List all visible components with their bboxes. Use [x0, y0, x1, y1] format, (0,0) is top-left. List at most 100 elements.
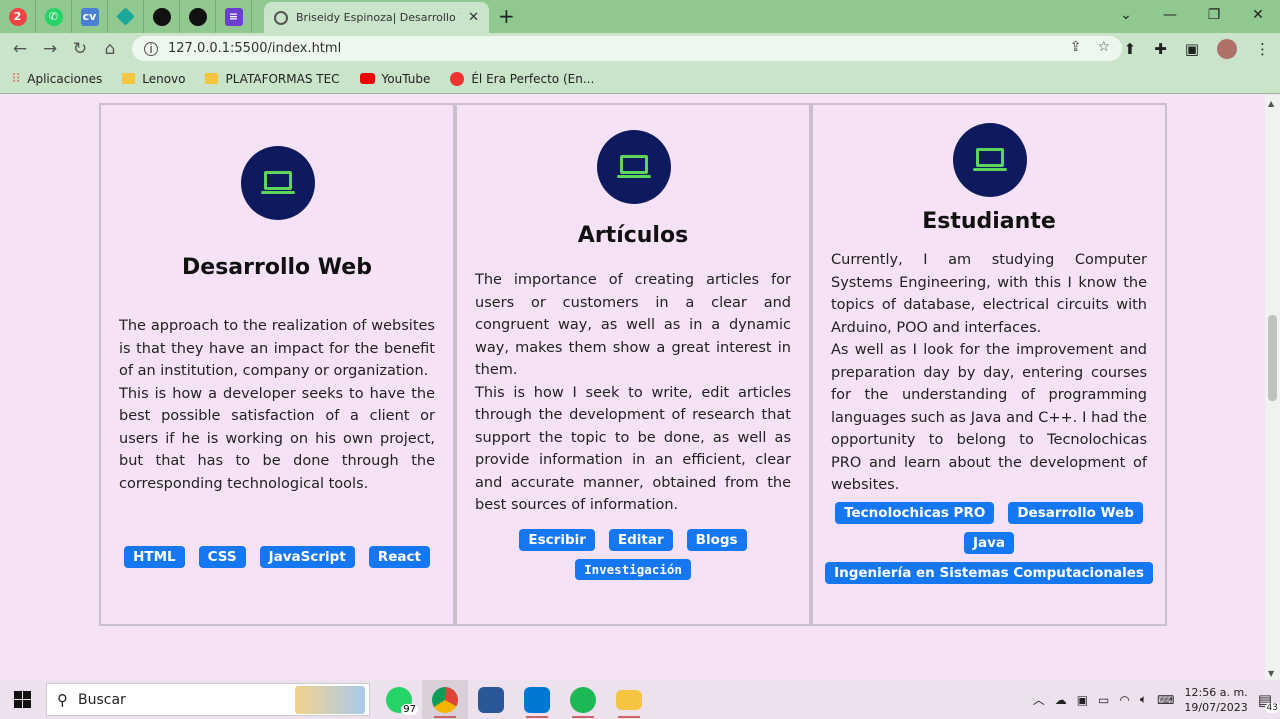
tag-list: Tecnolochicas PRO Desarrollo Web Java In…	[813, 502, 1165, 584]
active-tab[interactable]: Briseidy Espinoza| Desarrollo Web ✕	[264, 2, 489, 33]
keyboard-icon[interactable]: ⌨	[1157, 693, 1174, 707]
page-content: Desarrollo Web The approach to the reali…	[0, 95, 1280, 680]
pinned-tab-google[interactable]: 2	[0, 0, 36, 33]
address-bar[interactable]: i 127.0.0.1:5500/index.html ⇪ ☆	[132, 36, 1122, 61]
cv-icon: cv	[80, 7, 99, 26]
taskbar-chrome[interactable]	[422, 680, 468, 719]
info-icon[interactable]: i	[144, 41, 158, 56]
card-articulos: Artículos The importance of creating art…	[455, 103, 811, 626]
toolbar: ← → ↻ ⌂ i 127.0.0.1:5500/index.html ⇪ ☆ …	[0, 33, 1280, 64]
tag-escribir[interactable]: Escribir	[519, 529, 595, 551]
tag-tecnolochicas[interactable]: Tecnolochicas PRO	[835, 502, 995, 524]
tag-desarrollo-web[interactable]: Desarrollo Web	[1008, 502, 1143, 524]
folder-icon	[205, 73, 219, 84]
pinned-tab-whatsapp[interactable]: ✆	[36, 0, 72, 33]
taskbar-whatsapp[interactable]: 97	[376, 680, 422, 719]
url-text: 127.0.0.1:5500/index.html	[168, 41, 342, 56]
puzzle-icon[interactable]: ✚	[1154, 40, 1167, 58]
sidepanel-icon[interactable]: ▣	[1185, 40, 1199, 58]
reload-icon[interactable]: ↻	[65, 39, 95, 59]
youtube-icon	[359, 73, 375, 84]
tab-strip: 2 ✆ cv ≡ Briseidy Espinoza| Desarrollo W…	[0, 0, 1280, 33]
tab-title: Briseidy Espinoza| Desarrollo Web	[296, 11, 460, 24]
meet-icon[interactable]: ▣	[1077, 693, 1088, 707]
pinned-tab-github-1[interactable]	[144, 0, 180, 33]
tag-react[interactable]: React	[368, 546, 430, 568]
apps-grid-icon: ⁝⁝	[12, 71, 21, 86]
clock[interactable]: 12:56 a. m. 19/07/2023	[1184, 685, 1247, 715]
notification-count: 43	[1264, 702, 1280, 713]
search-highlight-image	[295, 686, 365, 714]
close-window-button[interactable]: ✕	[1236, 0, 1280, 30]
tag-ingenieria[interactable]: Ingeniería en Sistemas Computacionales	[825, 562, 1153, 584]
chrome-icon	[432, 686, 458, 713]
forward-icon[interactable]: →	[35, 39, 65, 59]
scroll-up-icon[interactable]: ▲	[1268, 99, 1274, 108]
menu-icon[interactable]: ⋮	[1255, 40, 1270, 58]
search-icon: ⚲	[57, 690, 68, 709]
share-icon[interactable]: ⇪	[1070, 39, 1082, 55]
taskbar-search[interactable]: ⚲ Buscar	[46, 683, 370, 716]
bookmark-star-icon[interactable]: ☆	[1097, 39, 1110, 55]
windows-icon	[13, 691, 31, 708]
tag-javascript[interactable]: JavaScript	[259, 546, 355, 568]
minimize-button[interactable]: —	[1148, 0, 1192, 30]
close-tab-icon[interactable]: ✕	[468, 10, 479, 25]
tag-investigacion[interactable]: Investigación	[575, 559, 691, 580]
laptop-icon	[953, 123, 1027, 197]
search-placeholder: Buscar	[78, 691, 126, 708]
music-icon	[450, 71, 465, 86]
tab-search-icon[interactable]: ⌄	[1104, 0, 1148, 30]
wifi-icon[interactable]: ◠	[1119, 693, 1129, 707]
tag-blogs[interactable]: Blogs	[686, 529, 747, 551]
pinned-tab-forms[interactable]: ≡	[216, 0, 252, 33]
card-title: Artículos	[577, 223, 689, 248]
page-scrollbar[interactable]: ▲ ▼	[1265, 95, 1280, 680]
bookmark-label: PLATAFORMAS TEC	[225, 71, 340, 86]
taskbar-word[interactable]	[468, 680, 514, 719]
taskbar-file-explorer[interactable]	[606, 680, 652, 719]
volume-icon[interactable]: 🔈︎	[1140, 692, 1147, 707]
battery-icon[interactable]: ▭	[1098, 693, 1109, 707]
bookmark-plataformas[interactable]: PLATAFORMAS TEC	[205, 71, 340, 86]
tag-editar[interactable]: Editar	[608, 529, 673, 551]
card-estudiante: Estudiante Currently, I am studying Comp…	[811, 103, 1167, 626]
taskbar-spotify[interactable]	[560, 680, 606, 719]
home-icon[interactable]: ⌂	[95, 39, 125, 59]
pinned-tab-cv[interactable]: cv	[72, 0, 108, 33]
whatsapp-icon: ✆	[44, 7, 63, 26]
back-icon[interactable]: ←	[5, 39, 35, 59]
new-tab-button[interactable]: +	[498, 4, 515, 28]
folder-icon	[122, 73, 136, 84]
bookmarks-bar: ⁝⁝ Aplicaciones Lenovo PLATAFORMAS TEC Yo…	[0, 64, 1280, 94]
taskbar-vscode[interactable]	[514, 680, 560, 719]
pinned-tab-github-2[interactable]	[180, 0, 216, 33]
github-icon	[188, 7, 207, 26]
scroll-thumb[interactable]	[1268, 315, 1277, 401]
windows-start-button[interactable]	[0, 691, 44, 708]
system-tray: ︿ ☁ ▣ ▭ ◠ 🔈︎ ⌨ 12:56 a. m. 19/07/2023 ▤ 4…	[1033, 680, 1280, 719]
word-icon	[478, 686, 504, 713]
card-text: The approach to the realization of websi…	[119, 318, 435, 492]
avatar[interactable]	[1217, 39, 1237, 59]
whatsapp-badge: 97	[401, 704, 418, 715]
scroll-down-icon[interactable]: ▼	[1268, 669, 1274, 678]
laptop-icon	[241, 146, 315, 220]
maximize-button[interactable]: ❐	[1192, 0, 1236, 30]
extension-icon[interactable]: ⬆	[1124, 40, 1137, 58]
notification-icon[interactable]: ▤ 43	[1258, 691, 1280, 713]
tag-html[interactable]: HTML	[124, 546, 185, 568]
diamond-icon	[116, 7, 135, 26]
clock-date: 19/07/2023	[1184, 700, 1248, 714]
chevron-up-icon[interactable]: ︿	[1033, 691, 1045, 708]
bookmark-apps[interactable]: ⁝⁝ Aplicaciones	[12, 71, 102, 86]
bookmark-youtube[interactable]: YouTube	[359, 71, 431, 86]
cloud-icon[interactable]: ☁	[1055, 693, 1067, 707]
tag-java[interactable]: Java	[963, 532, 1015, 554]
card-title: Desarrollo Web	[182, 255, 372, 280]
bookmark-label: YouTube	[381, 71, 431, 86]
tag-css[interactable]: CSS	[198, 546, 246, 568]
bookmark-lenovo[interactable]: Lenovo	[122, 72, 185, 86]
pinned-tab-diamond[interactable]	[108, 0, 144, 33]
bookmark-el-era-perfecto[interactable]: Él Era Perfecto (En...	[450, 71, 594, 86]
